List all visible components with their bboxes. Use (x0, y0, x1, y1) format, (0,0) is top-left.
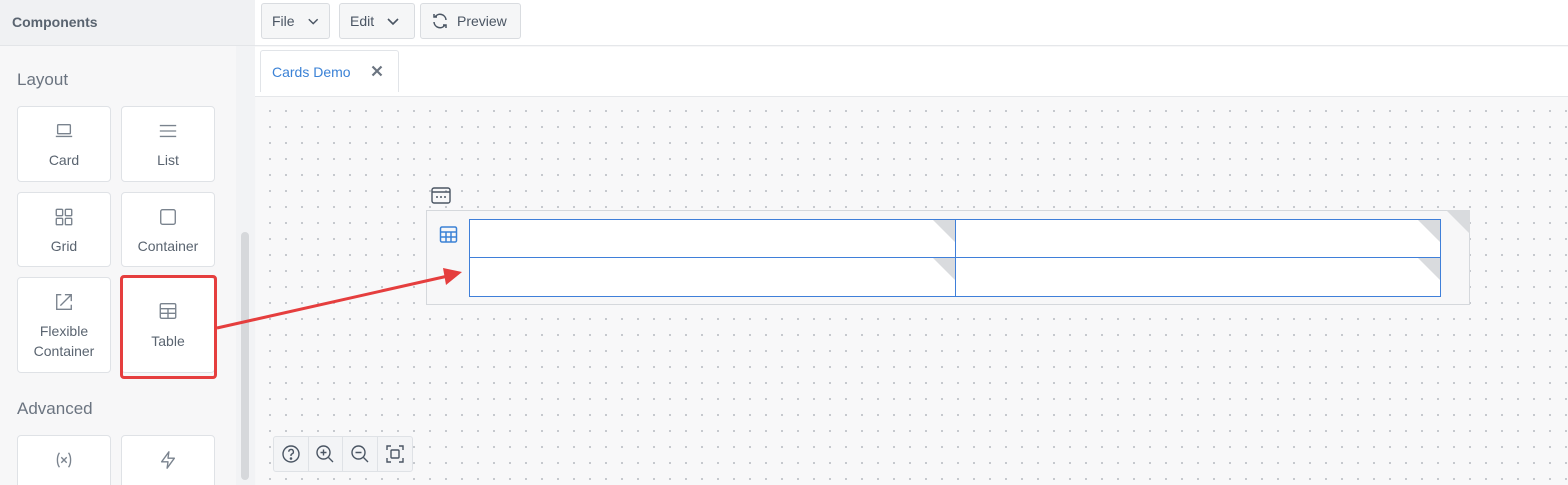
table-cell[interactable] (469, 219, 956, 258)
sidebar-title: Components (12, 14, 98, 30)
zoom-out-button[interactable] (343, 437, 378, 471)
laptop-icon (53, 120, 75, 142)
component-table[interactable]: Table (121, 277, 215, 373)
chevron-down-icon (307, 18, 318, 25)
component-list[interactable]: List (121, 106, 215, 182)
cell-corner (1418, 258, 1440, 280)
section-title-layout: Layout (17, 70, 69, 89)
fit-screen-icon (386, 445, 404, 463)
component-grid[interactable]: Grid (17, 192, 111, 267)
resize-icon (53, 291, 75, 313)
edit-menu-button[interactable]: Edit (339, 3, 415, 39)
zoom-in-icon (316, 445, 334, 463)
cell-corner (1418, 220, 1440, 242)
sidebar-scrollbar[interactable] (241, 232, 249, 480)
file-menu-button[interactable]: File (261, 3, 330, 39)
top-toolbar: File Edit Preview (255, 0, 1568, 46)
component-label: Container (137, 238, 199, 254)
sidebar-header: Components (0, 0, 255, 46)
refresh-icon (433, 13, 447, 29)
zoom-in-button[interactable] (309, 437, 343, 471)
table-cell[interactable] (955, 257, 1441, 297)
grid-icon (53, 206, 75, 228)
component-label: Grid (50, 238, 78, 254)
component-label: List (157, 152, 179, 168)
preview-button[interactable]: Preview (420, 3, 521, 39)
lightning-icon (157, 449, 179, 471)
file-menu-label: File (272, 13, 295, 29)
tab-label: Cards Demo (272, 63, 351, 80)
cell-corner (933, 258, 955, 280)
component-label: Table (151, 333, 185, 349)
component-variable[interactable] (17, 435, 111, 485)
fit-screen-button[interactable] (378, 437, 412, 471)
square-icon (157, 206, 179, 228)
tab-bar: Cards Demo (255, 47, 1568, 97)
components-sidebar: Components Layout Card List Grid Contain… (0, 0, 255, 485)
zoom-out-icon (351, 445, 369, 463)
table-cell[interactable] (469, 257, 956, 297)
chevron-down-icon (387, 18, 399, 26)
variable-icon (53, 449, 75, 471)
table-icon[interactable] (439, 225, 458, 244)
window-icon[interactable] (431, 187, 451, 204)
component-container[interactable]: Container (121, 192, 215, 267)
component-action[interactable] (121, 435, 215, 485)
table-icon (157, 300, 179, 322)
table-cell[interactable] (955, 219, 1441, 258)
cell-corner (933, 220, 955, 242)
help-button[interactable] (274, 437, 309, 471)
edit-menu-label: Edit (350, 13, 375, 29)
tab-cards-demo[interactable]: Cards Demo (260, 50, 399, 92)
component-card[interactable]: Card (17, 106, 111, 182)
close-icon[interactable] (370, 64, 384, 78)
list-icon (157, 120, 179, 142)
resize-corner[interactable] (1446, 210, 1470, 234)
component-label: Card (48, 152, 80, 168)
zoom-controls (273, 436, 413, 472)
section-title-advanced: Advanced (17, 399, 93, 418)
help-icon (282, 445, 300, 463)
component-label: Flexible Container (33, 323, 95, 359)
component-flexible-container[interactable]: Flexible Container (17, 277, 111, 373)
preview-label: Preview (457, 13, 507, 29)
